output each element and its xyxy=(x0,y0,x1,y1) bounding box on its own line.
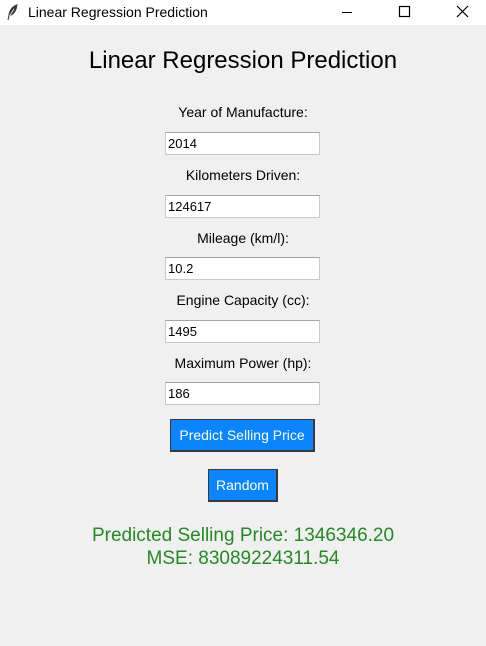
mileage-input[interactable] xyxy=(165,257,320,280)
kilometers-input[interactable] xyxy=(165,195,320,218)
max-power-input[interactable] xyxy=(165,382,320,405)
year-input[interactable] xyxy=(165,132,320,155)
year-label: Year of Manufacture: xyxy=(178,104,308,120)
minimize-button[interactable] xyxy=(319,0,375,25)
engine-capacity-input[interactable] xyxy=(165,320,320,343)
mileage-label: Mileage (km/l): xyxy=(197,230,289,246)
page-title: Linear Regression Prediction xyxy=(88,47,398,74)
predicted-price-text: Predicted Selling Price: 1346346.20 xyxy=(91,525,395,546)
feather-icon xyxy=(5,3,21,21)
minimize-icon xyxy=(342,12,352,13)
mse-text: MSE: 83089224311.54 xyxy=(146,548,340,569)
random-button[interactable]: Random xyxy=(208,469,278,502)
close-icon xyxy=(456,5,469,18)
kilometers-label: Kilometers Driven: xyxy=(185,167,301,183)
maximize-button[interactable] xyxy=(376,0,432,25)
engine-capacity-label: Engine Capacity (cc): xyxy=(176,292,310,308)
window-title: Linear Regression Prediction xyxy=(28,4,208,20)
close-button[interactable] xyxy=(432,0,486,25)
title-bar: Linear Regression Prediction xyxy=(0,0,486,25)
predict-selling-price-button[interactable]: Predict Selling Price xyxy=(170,419,315,452)
max-power-label: Maximum Power (hp): xyxy=(174,355,312,371)
maximize-icon xyxy=(398,5,411,18)
